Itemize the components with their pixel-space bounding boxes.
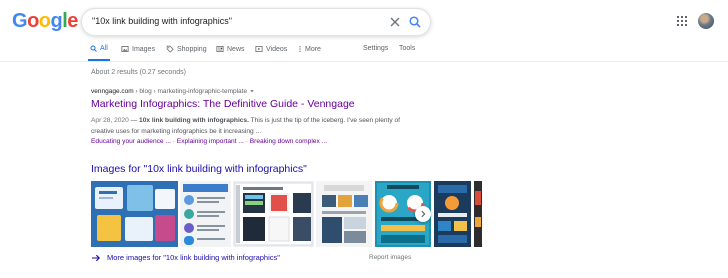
result-date: Apr 28, 2020 xyxy=(91,117,129,124)
carousel-next-button[interactable] xyxy=(415,206,431,222)
more-images-label: More images for "10x link building with … xyxy=(107,253,280,262)
chevron-right-icon xyxy=(421,210,426,218)
tab-label: More xyxy=(305,45,321,53)
arrow-right-icon xyxy=(92,254,100,261)
sitelinks: Educating your audience ... · Explaining… xyxy=(91,138,327,145)
tab-all[interactable]: All xyxy=(90,45,108,52)
tab-label: Tools xyxy=(399,45,416,52)
result-url[interactable]: venngage.com › blog › marketing-infograp… xyxy=(91,88,255,95)
logo-letter: o xyxy=(27,10,39,32)
image-thumbnail[interactable] xyxy=(316,181,372,247)
video-icon xyxy=(255,46,263,52)
tab-label: Settings xyxy=(363,45,389,52)
search-input[interactable]: "10x link building with infographics" xyxy=(92,16,232,26)
tab-tools[interactable]: Tools xyxy=(399,45,415,52)
image-thumbnail[interactable] xyxy=(91,181,178,247)
search-box[interactable]: "10x link building with infographics" xyxy=(81,8,431,36)
sitelink[interactable]: Educating your audience ... xyxy=(91,138,171,145)
tab-videos[interactable]: Videos xyxy=(255,45,287,53)
more-images-link[interactable]: More images for "10x link building with … xyxy=(91,253,280,262)
tab-images[interactable]: Images xyxy=(121,45,155,53)
result-stats: About 2 results (0.27 seconds) xyxy=(91,69,186,76)
tab-label: Shopping xyxy=(177,45,207,53)
logo-letter: o xyxy=(38,10,51,32)
tab-shopping[interactable]: Shopping xyxy=(166,45,207,53)
close-icon[interactable] xyxy=(388,15,402,29)
tag-icon xyxy=(166,45,174,53)
result-snippet: Apr 28, 2020 — 10x link building with in… xyxy=(91,115,401,137)
image-thumbnail[interactable] xyxy=(434,181,471,247)
sitelink[interactable]: Breaking down complex ... xyxy=(250,138,327,145)
image-thumbnail[interactable] xyxy=(233,181,314,247)
search-icon xyxy=(90,45,97,52)
images-heading[interactable]: Images for "10x link building with infog… xyxy=(91,163,307,175)
report-images-link[interactable]: Report images xyxy=(369,254,411,261)
caret-down-icon[interactable] xyxy=(249,88,255,94)
result-title[interactable]: Marketing Infographics: The Definitive G… xyxy=(91,98,355,110)
more-vert-icon xyxy=(299,46,301,52)
logo-letter: g xyxy=(50,10,63,32)
image-thumbnail[interactable] xyxy=(474,181,482,247)
tab-label: Videos xyxy=(266,45,288,53)
tab-settings[interactable]: Settings xyxy=(363,45,388,52)
divider xyxy=(0,61,728,62)
tab-label: News xyxy=(227,45,245,53)
logo-letter: e xyxy=(67,10,78,32)
tab-news[interactable]: News xyxy=(216,45,245,53)
snippet-highlight: 10x link building with infographics. xyxy=(139,117,249,124)
tab-label: All xyxy=(100,45,108,52)
tab-more[interactable]: More xyxy=(298,45,321,53)
sitelink[interactable]: Explaining important ... xyxy=(177,138,244,145)
image-thumbnail[interactable] xyxy=(180,181,231,247)
avatar[interactable] xyxy=(698,13,714,29)
result-site: venngage.com xyxy=(91,88,134,95)
news-icon xyxy=(216,46,224,52)
snippet-dash: — xyxy=(128,117,140,124)
tab-label: Images xyxy=(132,45,155,53)
search-icon[interactable] xyxy=(408,15,422,29)
logo-letter: G xyxy=(12,10,28,32)
apps-grid-icon[interactable] xyxy=(677,16,687,26)
result-breadcrumb: › blog › marketing-infographic-template xyxy=(133,88,249,95)
google-logo[interactable]: Google xyxy=(12,10,78,33)
image-icon xyxy=(121,46,129,52)
